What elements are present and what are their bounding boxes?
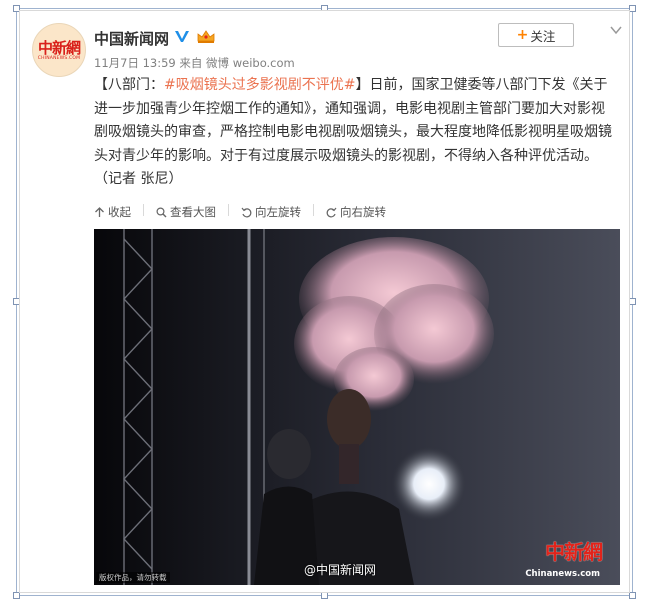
rotate-right-icon [326, 207, 337, 217]
toolbar-divider [228, 204, 229, 216]
view-large-button[interactable]: 查看大图 [156, 204, 216, 220]
collapse-icon [95, 206, 104, 217]
weibo-post-card: 中新網 CHINANEWS.COM 中国新闻网 11月7日 13:59 来自 微… [19, 10, 630, 593]
resize-handle-bottom-left[interactable] [13, 592, 20, 599]
post-photo[interactable]: 版权作品，请勿转载 @中国新闻网 中新網 Chinanews.com [94, 229, 620, 585]
image-toolbar: 收起 查看大图 向左旋转 向右旋转 [94, 204, 398, 220]
chevron-down-icon[interactable] [610, 25, 622, 35]
follow-button[interactable]: + 关注 [498, 23, 574, 47]
plus-icon: + [516, 27, 529, 43]
post-meta: 11月7日 13:59 来自 微博 weibo.com [94, 55, 295, 71]
post-body: 日前，国家卫健委等八部门下发《关于进一步加强青少年控烟工作的通知》，通知强调，电… [94, 77, 612, 187]
resize-handle-bottom[interactable] [321, 592, 328, 599]
verified-icon [175, 31, 189, 42]
avatar[interactable]: 中新網 CHINANEWS.COM [32, 23, 86, 77]
rotate-right-button[interactable]: 向右旋转 [326, 204, 386, 220]
post-date[interactable]: 11月7日 13:59 [94, 56, 176, 70]
toolbar-divider [313, 204, 314, 216]
topic-link[interactable]: #吸烟镜头过多影视剧不评优# [164, 77, 355, 93]
rotate-right-label: 向右旋转 [340, 205, 386, 219]
follow-button-label: 关注 [530, 28, 556, 44]
photo-credit: 版权作品，请勿转载 [96, 572, 170, 583]
collapse-label: 收起 [108, 205, 131, 219]
account-name[interactable]: 中国新闻网 [94, 28, 169, 49]
site-watermark-logo: 中新網 [545, 540, 603, 564]
post-source[interactable]: 来自 微博 weibo.com [179, 56, 294, 70]
weibo-watermark: @中国新闻网 [304, 563, 377, 577]
resize-handle-top-right[interactable] [629, 5, 636, 12]
rotate-left-button[interactable]: 向左旋转 [241, 204, 301, 220]
rotate-left-label: 向左旋转 [255, 205, 301, 219]
collapse-button[interactable]: 收起 [94, 204, 131, 220]
headline-bracket-open: 【 [94, 77, 108, 93]
photo-scene [94, 229, 620, 585]
vip-crown-icon[interactable] [196, 29, 216, 44]
resize-handle-right[interactable] [629, 298, 636, 305]
rotate-left-icon [241, 207, 252, 217]
avatar-logo-subtext: CHINANEWS.COM [37, 56, 81, 61]
toolbar-divider [143, 204, 144, 216]
post-text: 【八部门：#吸烟镜头过多影视剧不评优#】日前，国家卫健委等八部门下发《关于进一步… [94, 74, 614, 192]
site-watermark-url: Chinanews.com [525, 569, 600, 579]
headline-bracket-close: 】 [355, 77, 370, 93]
resize-handle-bottom-right[interactable] [629, 592, 636, 599]
avatar-logo-text: 中新網 [37, 39, 81, 57]
zoom-icon [156, 206, 167, 217]
post-headline: 八部门： [108, 77, 164, 93]
view-large-label: 查看大图 [170, 205, 216, 219]
